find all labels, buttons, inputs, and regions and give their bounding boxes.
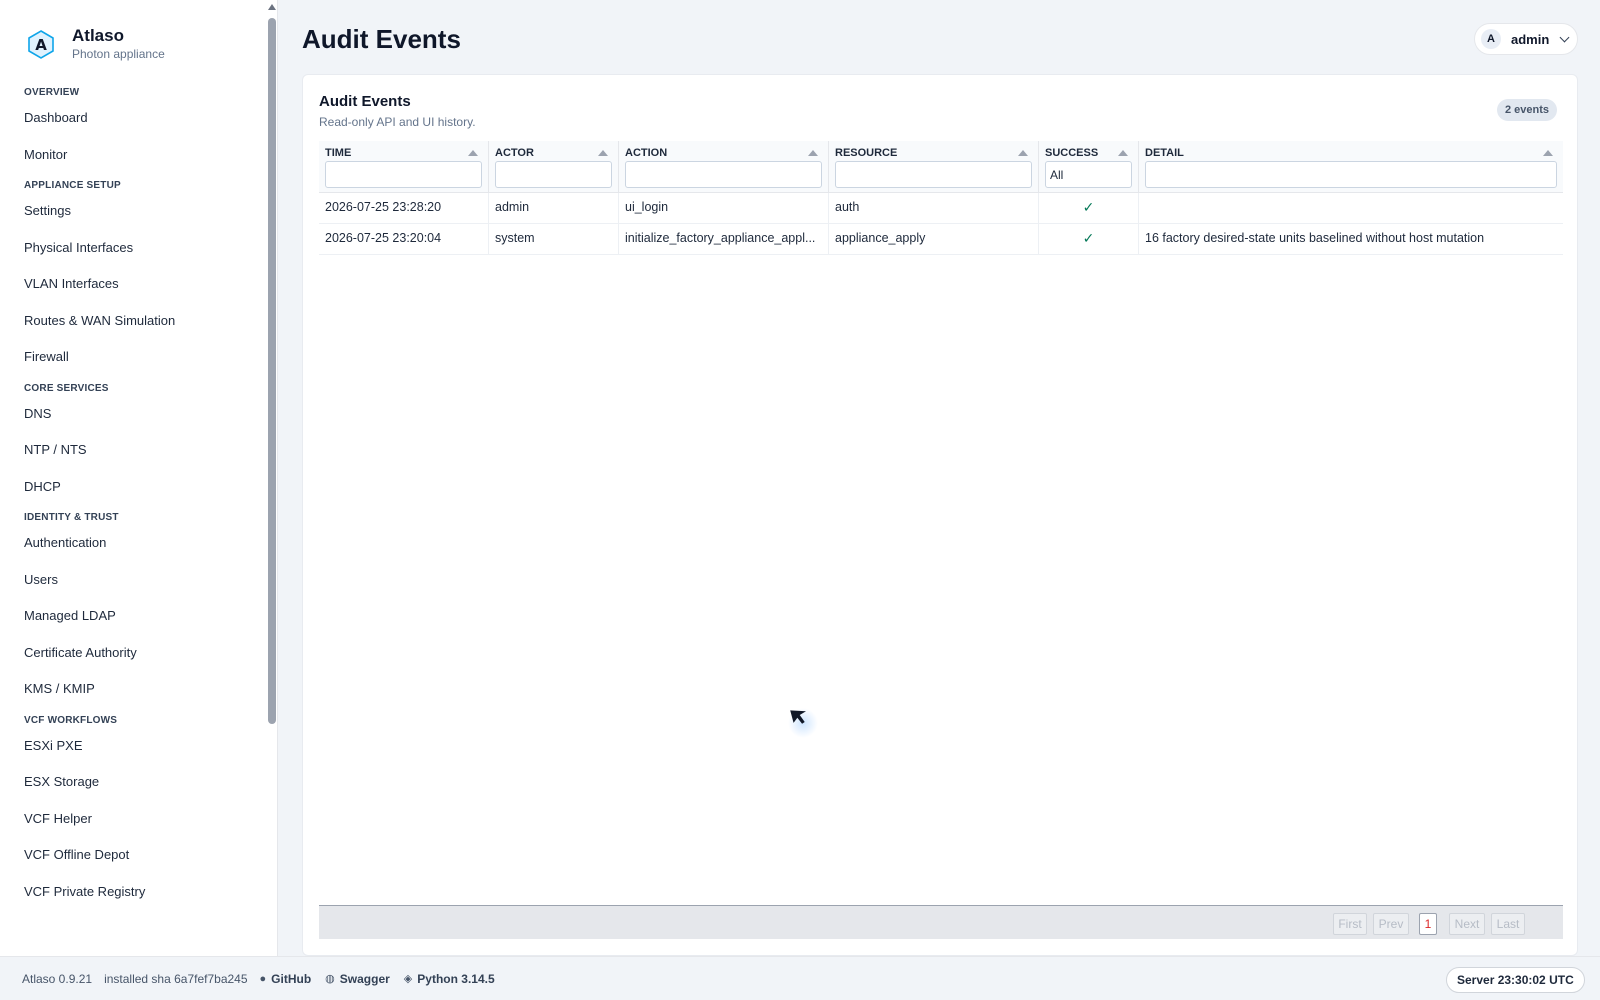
column-action[interactable]: ACTION xyxy=(619,141,829,192)
chevron-down-icon xyxy=(1559,32,1570,42)
actor-filter-input[interactable] xyxy=(495,161,612,188)
version-label: Atlaso 0.9.21 xyxy=(22,971,93,986)
audit-events-card: Audit Events Read-only API and UI histor… xyxy=(302,74,1578,956)
cell-time: 2026-07-25 23:20:04 xyxy=(319,224,489,254)
first-page-button[interactable]: First xyxy=(1333,913,1367,935)
sidebar-item-kms-kmip[interactable]: KMS / KMIP xyxy=(0,671,262,708)
sort-asc-icon[interactable] xyxy=(1543,150,1553,156)
audit-table: TIME ACTOR ACTION RESOURCE SUCCESS All D… xyxy=(319,141,1563,255)
column-resource[interactable]: RESOURCE xyxy=(829,141,1039,192)
cursor-arrow-icon xyxy=(790,710,806,724)
prev-page-button[interactable]: Prev xyxy=(1373,913,1409,935)
brand[interactable]: A Atlaso Photon appliance xyxy=(26,26,165,62)
cell-action: ui_login xyxy=(619,193,829,223)
sidebar-item-settings[interactable]: Settings xyxy=(0,193,262,230)
success-check-icon: ✓ xyxy=(1039,224,1139,254)
github-label: GitHub xyxy=(271,971,312,986)
page-title: Audit Events xyxy=(302,24,461,54)
sidebar-item-esxi-pxe[interactable]: ESXi PXE xyxy=(0,728,262,765)
column-label: RESOURCE xyxy=(835,147,898,159)
cell-detail: 16 factory desired-state units baselined… xyxy=(1145,231,1485,245)
column-label: TIME xyxy=(325,147,352,159)
table-row[interactable]: 2026-07-25 23:20:04 system initialize_fa… xyxy=(319,224,1563,255)
swagger-label: Swagger xyxy=(339,971,390,986)
sha-label: installed sha 6a7fef7ba245 xyxy=(104,971,248,986)
sidebar-item-dns[interactable]: DNS xyxy=(0,396,262,433)
sidebar-item-managed-ldap[interactable]: Managed LDAP xyxy=(0,598,262,635)
sidebar-item-dhcp[interactable]: DHCP xyxy=(0,469,262,506)
sidebar-item-users[interactable]: Users xyxy=(0,562,262,599)
cell-action: initialize_factory_appliance_appl... xyxy=(619,224,829,254)
sidebar-item-dashboard[interactable]: Dashboard xyxy=(0,100,262,137)
sidebar: A Atlaso Photon appliance OVERVIEW Dashbo… xyxy=(0,0,278,956)
sort-asc-icon[interactable] xyxy=(468,150,478,156)
cell-resource: auth xyxy=(829,193,1039,223)
cell-time: 2026-07-25 23:28:20 xyxy=(319,193,489,223)
python-link[interactable]: ◈ Python 3.14.5 xyxy=(404,972,495,986)
column-label: ACTION xyxy=(625,147,668,159)
sort-asc-icon[interactable] xyxy=(598,150,608,156)
success-filter-select[interactable] xyxy=(1045,161,1132,188)
sidebar-nav: OVERVIEW Dashboard Monitor APPLIANCE SETUP S… xyxy=(0,80,262,910)
brand-name: Atlaso xyxy=(72,26,124,45)
user-name: admin xyxy=(1511,31,1550,47)
scroll-thumb[interactable] xyxy=(268,18,276,724)
cell-detail xyxy=(1139,193,1563,223)
column-label: ACTOR xyxy=(495,147,534,159)
user-menu-button[interactable]: A admin xyxy=(1474,23,1578,55)
footer: Atlaso 0.9.21 installed sha 6a7fef7ba245… xyxy=(0,956,1600,1000)
swagger-link[interactable]: ◍ Swagger xyxy=(325,972,390,986)
svg-text:A: A xyxy=(35,36,47,54)
time-filter-input[interactable] xyxy=(325,161,482,188)
github-link[interactable]: ● GitHub xyxy=(260,972,312,986)
sidebar-item-routes-wan-simulation[interactable]: Routes & WAN Simulation xyxy=(0,303,262,340)
sidebar-item-physical-interfaces[interactable]: Physical Interfaces xyxy=(0,230,262,267)
action-filter-input[interactable] xyxy=(625,161,822,188)
sort-asc-icon[interactable] xyxy=(808,150,818,156)
sidebar-item-authentication[interactable]: Authentication xyxy=(0,525,262,562)
card-subtitle: Read-only API and UI history. xyxy=(319,115,476,129)
cell-resource: appliance_apply xyxy=(829,224,1039,254)
sidebar-scrollbar[interactable] xyxy=(266,0,277,956)
sidebar-item-ntp-nts[interactable]: NTP / NTS xyxy=(0,432,262,469)
resource-filter-input[interactable] xyxy=(835,161,1032,188)
detail-filter-input[interactable] xyxy=(1145,161,1557,188)
sidebar-item-esx-storage[interactable]: ESX Storage xyxy=(0,764,262,801)
table-header: TIME ACTOR ACTION RESOURCE SUCCESS All D… xyxy=(319,141,1563,193)
atlaso-logo-icon: A xyxy=(28,30,54,59)
cell-actor: admin xyxy=(489,193,619,223)
sidebar-item-vcf-helper[interactable]: VCF Helper xyxy=(0,801,262,838)
success-check-icon: ✓ xyxy=(1039,193,1139,223)
scroll-up-arrow-icon[interactable] xyxy=(268,4,276,10)
column-detail[interactable]: DETAIL xyxy=(1139,141,1563,192)
cell-actor: system xyxy=(489,224,619,254)
sort-asc-icon[interactable] xyxy=(1018,150,1028,156)
sort-asc-icon[interactable] xyxy=(1118,150,1128,156)
next-page-button[interactable]: Next xyxy=(1449,913,1485,935)
brand-subtitle: Photon appliance xyxy=(72,47,165,61)
card-title: Audit Events xyxy=(319,93,411,110)
python-icon: ◈ xyxy=(403,973,413,985)
table-row[interactable]: 2026-07-25 23:28:20 admin ui_login auth … xyxy=(319,193,1563,224)
column-actor[interactable]: ACTOR xyxy=(489,141,619,192)
pagination-bar: First Prev 1 Next Last xyxy=(319,905,1563,939)
event-count-badge: 2 events xyxy=(1497,99,1558,121)
column-label: DETAIL xyxy=(1145,147,1184,159)
column-time[interactable]: TIME xyxy=(319,141,489,192)
sidebar-item-vlan-interfaces[interactable]: VLAN Interfaces xyxy=(0,266,262,303)
sidebar-item-firewall[interactable]: Firewall xyxy=(0,339,262,376)
swagger-icon: ◍ xyxy=(325,973,335,985)
column-success[interactable]: SUCCESS xyxy=(1039,141,1139,192)
python-label: Python 3.14.5 xyxy=(417,971,495,986)
github-icon: ● xyxy=(259,972,267,985)
sidebar-item-vcf-private-registry[interactable]: VCF Private Registry xyxy=(0,874,262,911)
page-1-button[interactable]: 1 xyxy=(1419,913,1437,935)
sidebar-item-certificate-authority[interactable]: Certificate Authority xyxy=(0,635,262,672)
last-page-button[interactable]: Last xyxy=(1491,913,1525,935)
sidebar-item-monitor[interactable]: Monitor xyxy=(0,137,262,174)
server-time-badge: Server 23:30:02 UTC xyxy=(1446,967,1585,993)
mouse-cursor xyxy=(788,708,818,738)
sidebar-item-vcf-offline-depot[interactable]: VCF Offline Depot xyxy=(0,837,262,874)
avatar: A xyxy=(1481,29,1501,49)
